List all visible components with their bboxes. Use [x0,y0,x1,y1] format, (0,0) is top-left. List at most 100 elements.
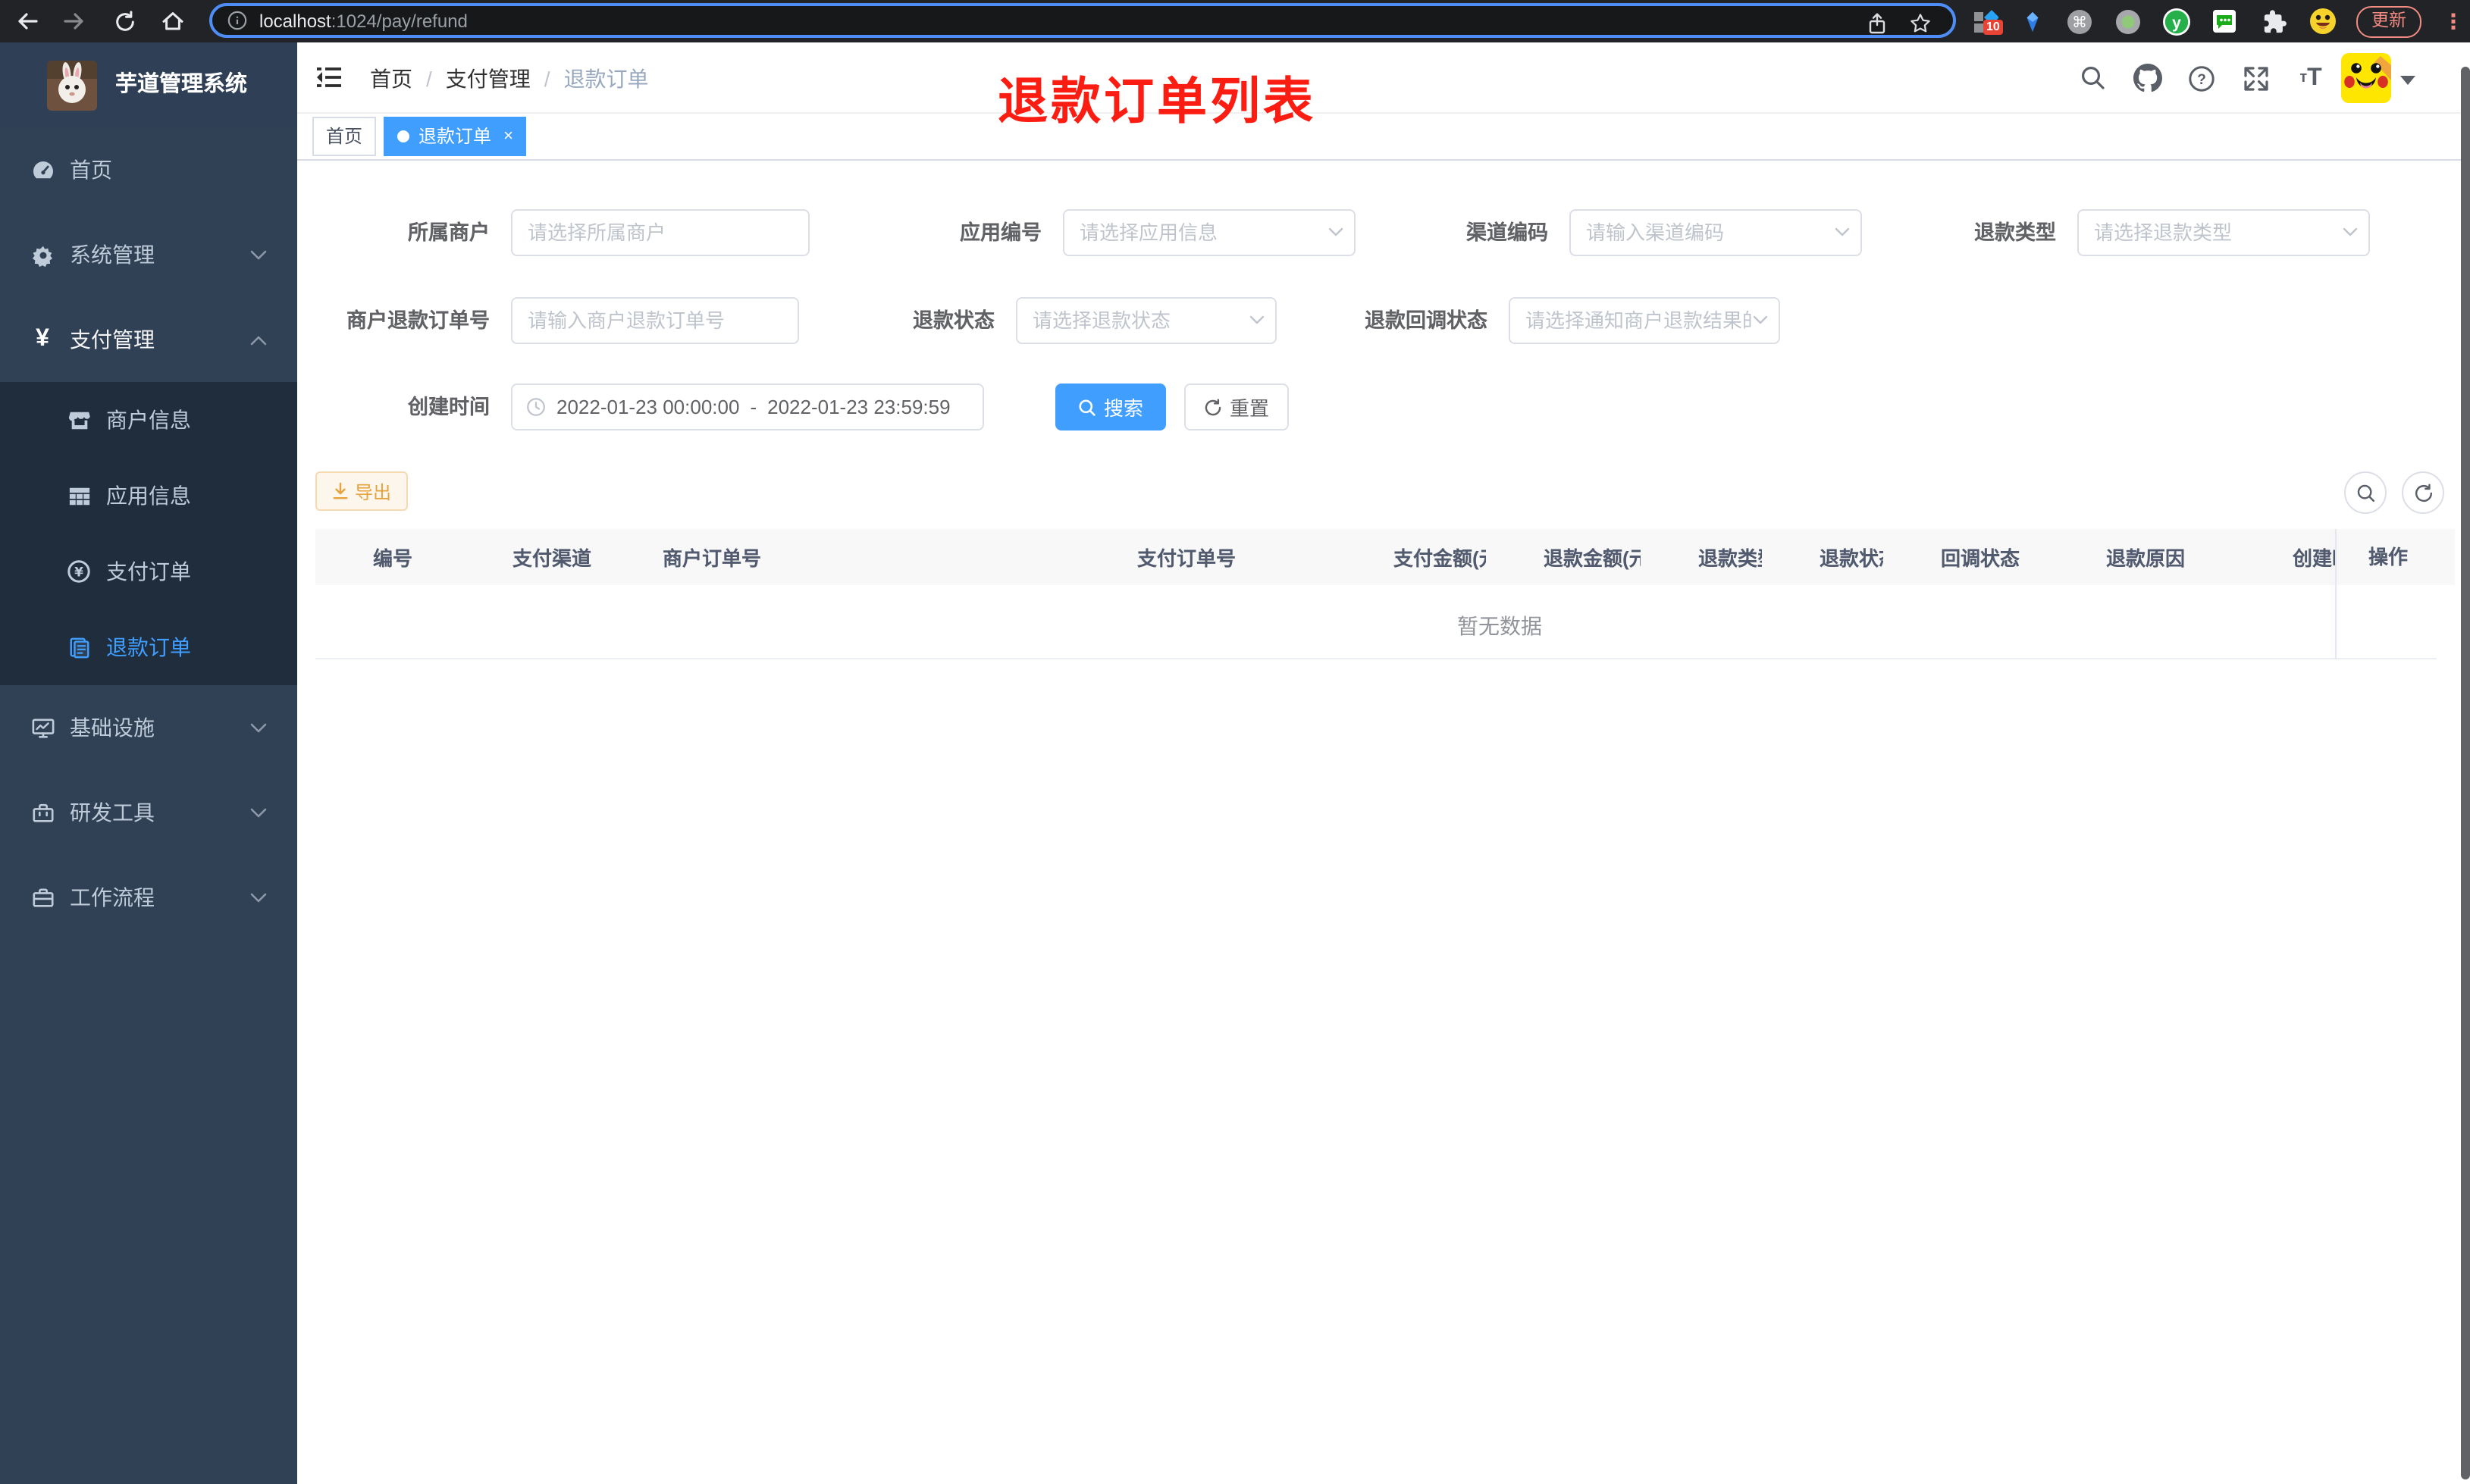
logo-avatar [47,61,97,111]
tab-close-icon[interactable]: × [503,127,513,145]
extension-bookmarks-icon[interactable]: 10 [1970,6,2003,36]
sidebar-item-refund-order[interactable]: 退款订单 [0,609,297,685]
toolbox-icon [30,801,55,824]
reset-button[interactable]: 重置 [1184,384,1289,430]
breadcrumb-separator: / [544,66,550,90]
channel-select[interactable] [1569,209,1862,256]
github-icon[interactable] [2132,63,2162,93]
sidebar-item-payment[interactable]: ¥ 支付管理 [0,297,297,382]
avatar-caret-icon[interactable] [2400,76,2415,85]
shop-icon [67,409,91,431]
svg-text:⌘: ⌘ [2071,12,2086,30]
column-header: 支付订单号 [1137,547,1237,570]
page-annotation: 退款订单列表 [998,73,1316,129]
tab-label: 退款订单 [418,126,492,147]
user-avatar[interactable] [2341,53,2391,103]
extension-y-icon[interactable]: y [2161,6,2191,36]
app-logo[interactable]: 芋道管理系统 [0,42,297,127]
browser-home-icon[interactable] [155,0,191,42]
browser-reload-icon[interactable] [106,0,143,42]
search-button[interactable]: 搜索 [1055,384,1166,430]
tab-active-dot [397,130,410,142]
sidebar-item-app-info[interactable]: 应用信息 [0,458,297,534]
breadcrumb-home[interactable]: 首页 [370,63,412,93]
fullscreen-icon[interactable] [2241,63,2271,93]
sidebar-item-label: 商户信息 [106,408,191,432]
monitor-icon [30,716,55,739]
column-header: 支付渠道 [512,547,592,570]
sidebar-item-label: 首页 [70,158,112,182]
browser-update-button[interactable]: 更新 [2356,6,2421,38]
column-header: 创建时间 [2293,547,2335,570]
tab-label: 首页 [326,126,363,147]
help-icon[interactable]: ? [2186,63,2217,93]
tab-home[interactable]: 首页 [312,117,377,156]
channel-select-input[interactable] [1569,209,1862,256]
sidebar-item-system[interactable]: 系统管理 [0,212,297,297]
filter-label-merchant: 所属商户 [408,221,490,244]
date-range-separator: - [750,396,757,418]
site-info-icon[interactable] [227,11,247,30]
column-header: 回调状态 [1941,547,2020,570]
toggle-search-button[interactable] [2344,471,2387,514]
dashboard-icon [30,158,55,181]
refund-type-select-input[interactable] [2077,209,2370,256]
share-icon[interactable] [1867,12,1888,35]
gear-icon [30,243,55,266]
sidebar-item-dev-tools[interactable]: 研发工具 [0,770,297,855]
url-text: localhost:1024/pay/refund [259,10,468,31]
callback-status-select[interactable] [1509,297,1780,344]
merchant-refund-no-input[interactable] [511,297,799,344]
sidebar-item-label: 工作流程 [70,885,155,909]
refresh-button[interactable] [2402,471,2444,514]
header-search-icon[interactable] [2077,63,2108,93]
sidebar-item-home[interactable]: 首页 [0,127,297,212]
tab-refund-order[interactable]: 退款订单 × [384,117,527,156]
callback-status-select-input[interactable] [1509,297,1780,344]
create-time-range-picker[interactable]: 2022-01-23 00:00:00 - 2022-01-23 23:59:5… [511,384,984,430]
app-select[interactable] [1063,209,1356,256]
main-area: 首页 / 支付管理 / 退款订单 ? тT 首页 退款订单 × 所属商户 请选择… [297,42,2470,1484]
merchant-select-input[interactable] [511,209,810,256]
end-date-value[interactable]: 2022-01-23 23:59:59 [767,396,950,418]
sidebar-item-pay-order[interactable]: ¥ 支付订单 [0,534,297,609]
chevron-down-icon [250,808,267,819]
breadcrumb-separator: / [426,66,432,90]
search-button-label: 搜索 [1103,397,1143,420]
svg-text:¥: ¥ [74,565,83,580]
sidebar-item-workflow[interactable]: 工作流程 [0,855,297,940]
sidebar-item-merchant-info[interactable]: 商户信息 [0,382,297,458]
app-select-input[interactable] [1063,209,1356,256]
clock-icon [526,397,546,417]
sidebar-fold-icon[interactable] [315,64,346,94]
grid-icon [67,484,91,507]
extension-gem-icon[interactable] [2017,6,2047,36]
briefcase-icon [30,886,55,909]
url-bar[interactable]: localhost:1024/pay/refund [209,3,1956,38]
breadcrumb-payment[interactable]: 支付管理 [446,63,531,93]
extension-chat-icon[interactable] [2209,6,2240,36]
start-date-value[interactable]: 2022-01-23 00:00:00 [556,396,739,418]
sidebar-item-infrastructure[interactable]: 基础设施 [0,685,297,770]
extension-recorder-icon[interactable] [2112,6,2142,36]
column-header: 退款类型 [1698,547,1762,570]
export-button[interactable]: 导出 [315,471,409,511]
extensions-puzzle-icon[interactable] [2259,6,2290,36]
extension-badge: 10 [1983,20,2003,35]
url-path: :1024/pay/refund [331,10,468,31]
refund-status-select[interactable] [1016,297,1277,344]
filter-label-app: 应用编号 [960,221,1042,244]
page-scrollbar[interactable] [2461,67,2470,1479]
refund-type-select[interactable] [2077,209,2370,256]
svg-text:?: ? [2197,71,2206,87]
browser-menu-icon[interactable]: ⋮ [2443,5,2464,38]
browser-back-icon[interactable] [9,0,45,42]
svg-text:y: y [2171,14,2180,31]
font-size-icon[interactable]: тT [2296,63,2326,93]
extension-command-icon[interactable]: ⌘ [2064,6,2094,36]
refund-status-select-input[interactable] [1016,297,1277,344]
extension-emoji-icon[interactable] [2308,6,2338,36]
bookmark-star-icon[interactable] [1909,12,1932,35]
chevron-down-icon [250,723,267,734]
browser-forward-icon[interactable] [56,0,92,42]
